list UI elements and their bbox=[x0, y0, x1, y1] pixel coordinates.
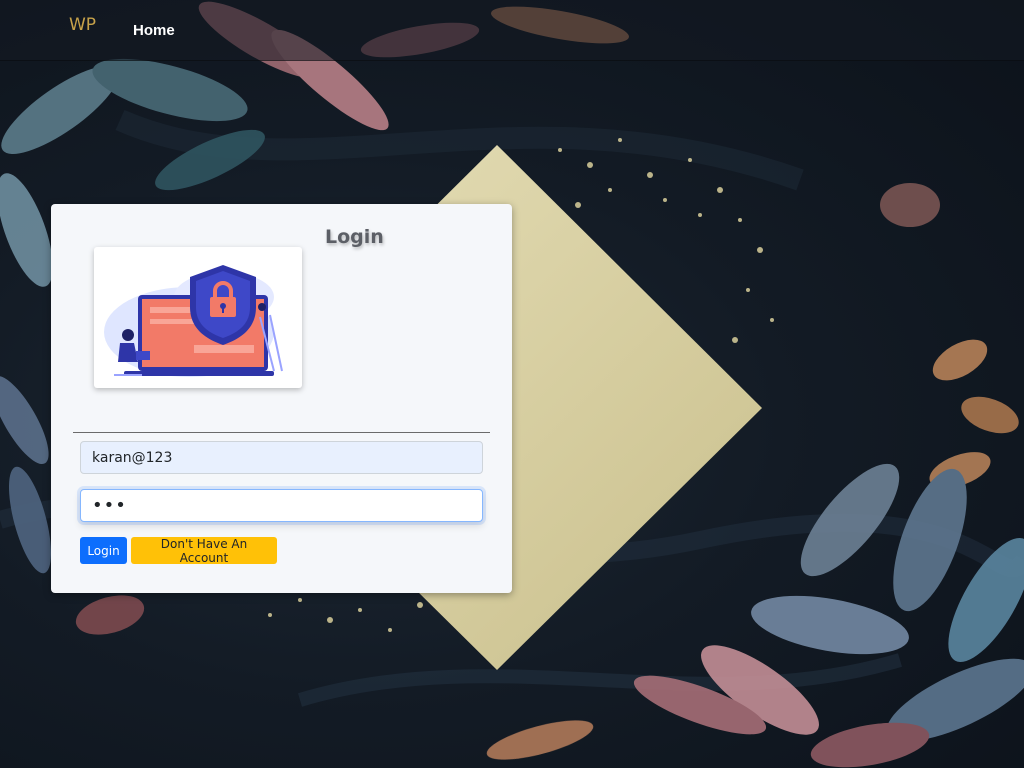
security-illustration bbox=[94, 247, 302, 388]
laptop-lock-icon bbox=[104, 265, 283, 377]
login-card: Login karan@123 ••• Login Don't Have An … bbox=[51, 204, 512, 593]
login-button[interactable]: Login bbox=[80, 537, 127, 564]
email-field[interactable] bbox=[80, 441, 483, 474]
form-divider bbox=[73, 432, 490, 433]
brand-logo[interactable]: WP bbox=[69, 15, 96, 35]
top-navbar: WP Home bbox=[0, 0, 1024, 61]
register-button[interactable]: Don't Have An Account bbox=[131, 537, 277, 565]
login-title: Login bbox=[325, 226, 384, 248]
password-field[interactable] bbox=[80, 489, 483, 522]
nav-link-home[interactable]: Home bbox=[133, 22, 175, 39]
